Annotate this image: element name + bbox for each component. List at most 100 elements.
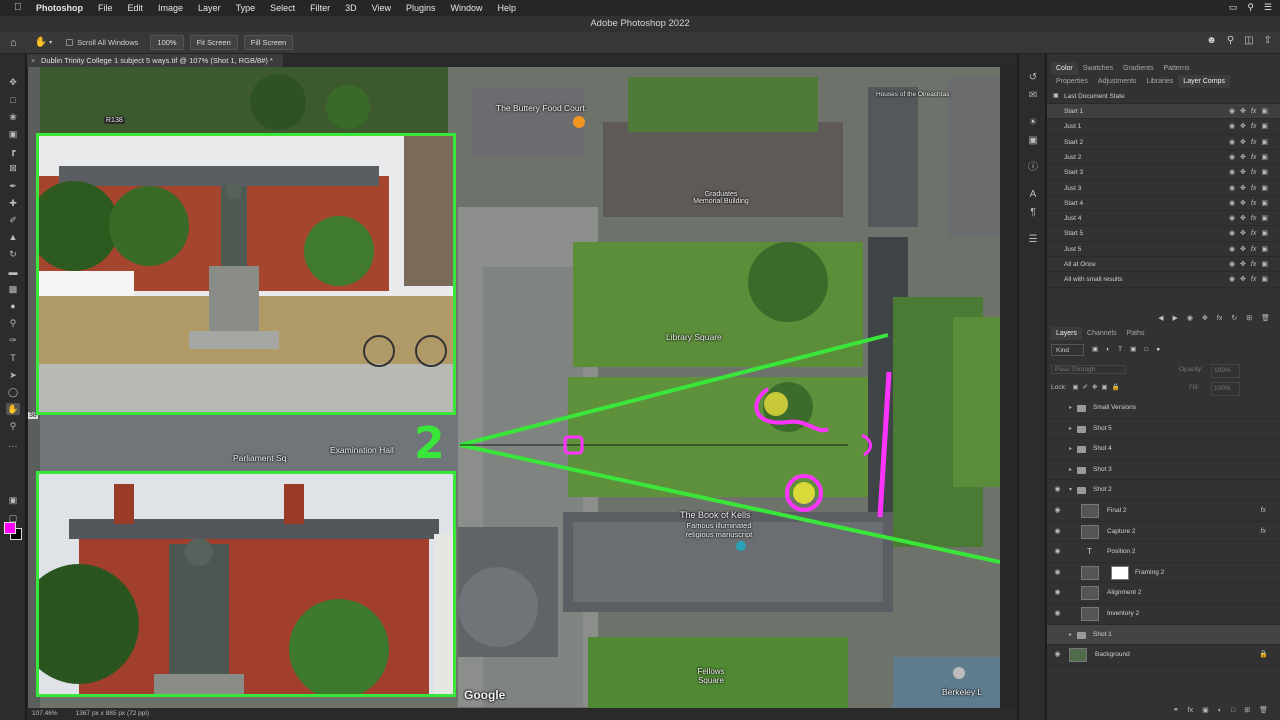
filter-smart-icon[interactable]: □ (1144, 344, 1148, 356)
layer-comp-row[interactable]: Start 1 ◉ ✥ fx ▣ (1047, 104, 1280, 120)
tab-libraries[interactable]: Libraries (1141, 75, 1178, 88)
layer-row[interactable]: ◉ Background 🔒 (1047, 645, 1280, 666)
layer-row[interactable]: ▸ Shot 5 (1047, 419, 1280, 440)
visibility-comp-icon[interactable]: ◉ (1229, 104, 1235, 119)
properties-icon[interactable]: ☰ (1027, 234, 1039, 246)
position-comp-icon[interactable]: ✥ (1240, 181, 1246, 196)
smart-object-comp-icon[interactable]: ▣ (1261, 104, 1268, 119)
fit-screen-button[interactable]: Fit Screen (189, 35, 238, 50)
tab-gradients[interactable]: Gradients (1118, 62, 1158, 75)
layer-effects-icon[interactable]: fx (1261, 501, 1266, 521)
info-icon[interactable]: ⓘ (1027, 162, 1039, 174)
new-comp-icon[interactable]: ⊞ (1246, 312, 1252, 326)
layer-row[interactable]: ◉ Framing 2 (1047, 563, 1280, 584)
layer-row[interactable]: ◉ ▾ Shot 2 (1047, 480, 1280, 501)
layer-style-icon[interactable]: fx (1188, 704, 1193, 718)
layer-row[interactable]: ◉ Inventory 2 (1047, 604, 1280, 625)
appearance-comp-icon[interactable]: fx (1251, 257, 1256, 272)
smart-object-comp-icon[interactable]: ▣ (1261, 211, 1268, 226)
pen-tool-icon[interactable]: ✑ (6, 334, 20, 346)
appearance-comp-icon[interactable]: fx (1251, 135, 1256, 150)
menu-filter[interactable]: Filter (310, 3, 330, 13)
menu-photoshop[interactable]: Photoshop (36, 3, 83, 13)
smart-object-comp-icon[interactable]: ▣ (1261, 119, 1268, 134)
menu-edit[interactable]: Edit (128, 3, 144, 13)
delete-layer-icon[interactable]: 🗑 (1259, 704, 1268, 718)
layer-comp-row[interactable]: Start 2 ◉ ✥ fx ▣ (1047, 135, 1280, 150)
layer-comp-row[interactable]: Start 5 ◉ ✥ fx ▣ (1047, 226, 1280, 242)
character-icon[interactable]: A (1027, 189, 1039, 201)
frame-tool-icon[interactable]: ⊠ (6, 162, 20, 174)
visibility-comp-icon[interactable]: ◉ (1229, 150, 1235, 165)
share-icon[interactable]: ☻ (1206, 35, 1217, 46)
tab-channels[interactable]: Channels (1082, 327, 1122, 340)
visibility-eye-icon[interactable]: ◉ (1053, 645, 1062, 665)
filter-shape-icon[interactable]: ▣ (1130, 344, 1136, 356)
path-selection-tool-icon[interactable]: ➤ (6, 369, 20, 381)
appearance-comp-icon[interactable]: fx (1217, 312, 1222, 326)
position-comp-icon[interactable]: ✥ (1240, 242, 1246, 257)
layer-comp-row[interactable]: Start 3 ◉ ✥ fx ▣ (1047, 165, 1280, 181)
delete-comp-icon[interactable]: 🗑 (1261, 312, 1270, 326)
visibility-eye-icon[interactable]: ◉ (1053, 604, 1062, 624)
menu-help[interactable]: Help (498, 3, 517, 13)
history-icon[interactable]: ↺ (1027, 72, 1039, 84)
search-icon[interactable]: ⚲ (1227, 35, 1234, 46)
zoom-100-button[interactable]: 100% (150, 35, 184, 50)
menu-file[interactable]: File (98, 3, 113, 13)
position-comp-icon[interactable]: ✥ (1240, 104, 1246, 119)
visibility-eye-icon[interactable]: ◉ (1053, 480, 1062, 500)
shape-tool-icon[interactable]: ◯ (6, 386, 20, 398)
visibility-comp-icon[interactable]: ◉ (1229, 119, 1235, 134)
chevron-right-icon[interactable]: ▸ (1069, 460, 1072, 480)
filter-kind-dropdown[interactable]: Kind (1051, 344, 1085, 356)
position-comp-icon[interactable]: ✥ (1240, 257, 1246, 272)
visibility-comp-icon[interactable]: ◉ (1229, 272, 1235, 287)
smart-object-comp-icon[interactable]: ▣ (1261, 135, 1268, 150)
layer-row[interactable]: ◉ Capture 2 fx (1047, 522, 1280, 543)
menu-plugins[interactable]: Plugins (406, 3, 436, 13)
menu-layer[interactable]: Layer (198, 3, 221, 13)
eyedropper-tool-icon[interactable]: ✒ (6, 180, 20, 192)
menu-view[interactable]: View (372, 3, 391, 13)
appearance-comp-icon[interactable]: fx (1251, 211, 1256, 226)
layer-effects-icon[interactable]: fx (1261, 522, 1266, 542)
layer-comp-row[interactable]: Just 3 ◉ ✥ fx ▣ (1047, 181, 1280, 196)
link-layers-icon[interactable]: ⚭ (1173, 704, 1179, 718)
position-comp-icon[interactable]: ✥ (1240, 272, 1246, 287)
smart-object-comp-icon[interactable]: ▣ (1261, 242, 1268, 257)
last-document-state[interactable]: ▣ Last Document State (1047, 89, 1280, 105)
appearance-comp-icon[interactable]: fx (1251, 150, 1256, 165)
paragraph-icon[interactable]: ¶ (1027, 207, 1039, 219)
menu-type[interactable]: Type (236, 3, 256, 13)
new-layer-icon[interactable]: ⊞ (1244, 704, 1250, 718)
visibility-comp-icon[interactable]: ◉ (1229, 196, 1235, 211)
document-tab[interactable]: × Dublin Trinity College 1 subject 5 way… (27, 54, 283, 67)
canvas-scroll-area[interactable] (1000, 67, 1017, 708)
menu-select[interactable]: Select (270, 3, 295, 13)
smart-object-comp-icon[interactable]: ▣ (1261, 257, 1268, 272)
visibility-comp-icon[interactable]: ◉ (1229, 226, 1235, 241)
apple-icon[interactable]:  (14, 3, 24, 13)
chevron-right-icon[interactable]: ▸ (1069, 398, 1072, 418)
layer-comp-row[interactable]: All with small results ◉ ✥ fx ▣ (1047, 272, 1280, 288)
layer-row[interactable]: ▸ Small Versions (1047, 398, 1280, 419)
visibility-comp-icon[interactable]: ◉ (1229, 181, 1235, 196)
visibility-eye-icon[interactable]: ◉ (1053, 501, 1062, 521)
scroll-all-windows-checkbox[interactable]: Scroll All Windows (66, 38, 138, 47)
healing-brush-tool-icon[interactable]: ✚ (6, 197, 20, 209)
visibility-comp-icon[interactable]: ◉ (1229, 211, 1235, 226)
layer-comp-row[interactable]: Just 2 ◉ ✥ fx ▣ (1047, 150, 1280, 166)
position-comp-icon[interactable]: ✥ (1240, 150, 1246, 165)
visibility-comp-icon[interactable]: ◉ (1187, 312, 1193, 326)
lock-icons[interactable]: ▣✐✥▣🔒 (1072, 384, 1123, 391)
layer-comp-row[interactable]: Just 4 ◉ ✥ fx ▣ (1047, 211, 1280, 227)
position-comp-icon[interactable]: ✥ (1240, 165, 1246, 180)
object-select-tool-icon[interactable]: ▣ (6, 128, 20, 140)
position-comp-icon[interactable]: ✥ (1240, 196, 1246, 211)
appearance-comp-icon[interactable]: fx (1251, 196, 1256, 211)
channels-icon[interactable]: ▣ (1027, 135, 1039, 147)
home-icon[interactable]: ⌂ (10, 37, 17, 49)
share-export-icon[interactable]: ⇧ (1264, 35, 1272, 46)
next-comp-icon[interactable]: ▶ (1173, 312, 1178, 326)
